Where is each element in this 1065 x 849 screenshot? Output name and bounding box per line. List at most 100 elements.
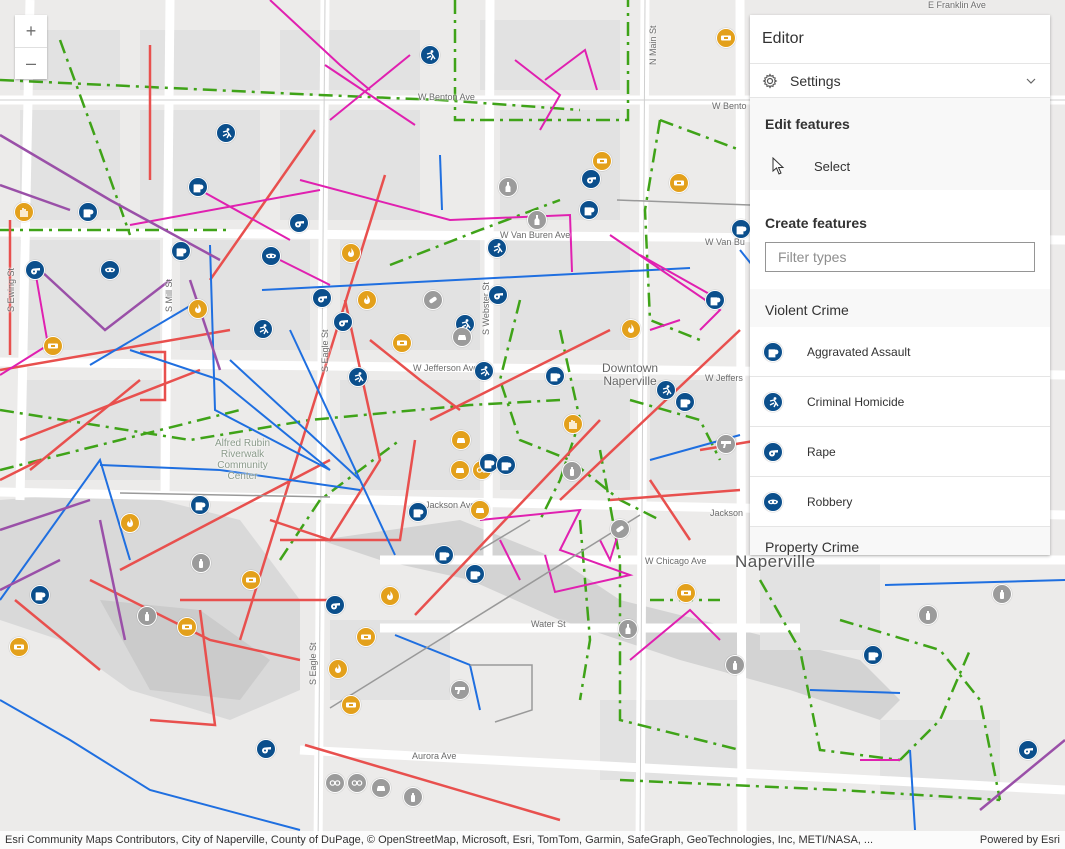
crime-marker-fist-icon[interactable] (496, 455, 516, 475)
crime-marker-flame-icon[interactable] (120, 513, 140, 533)
crime-marker-ticket-icon[interactable] (669, 173, 689, 193)
crime-marker-fist-icon[interactable] (188, 177, 208, 197)
crime-marker-spray-icon[interactable] (992, 584, 1012, 604)
crime-marker-homicide-icon[interactable] (253, 319, 273, 339)
crime-marker-flame-icon[interactable] (328, 659, 348, 679)
crime-marker-homicide-icon[interactable] (216, 123, 236, 143)
feature-type-item[interactable]: Aggravated Assault (750, 327, 1050, 377)
crime-marker-whistle-icon[interactable] (581, 169, 601, 189)
crime-marker-ticket-icon[interactable] (356, 627, 376, 647)
crime-marker-bottle-icon[interactable] (618, 619, 638, 639)
powered-by-esri[interactable]: Powered by Esri (980, 831, 1060, 849)
crime-marker-fist-icon[interactable] (579, 200, 599, 220)
crime-marker-fist-icon[interactable] (863, 645, 883, 665)
ticket-icon (346, 702, 356, 708)
feature-type-item[interactable]: Robbery (750, 477, 1050, 527)
crime-marker-spray-icon[interactable] (562, 461, 582, 481)
crime-marker-fist-icon[interactable] (465, 564, 485, 584)
crime-marker-fist-icon[interactable] (78, 202, 98, 222)
crime-marker-hand-icon[interactable] (563, 414, 583, 434)
crime-marker-ticket-icon[interactable] (241, 570, 261, 590)
crime-marker-gun-icon[interactable] (716, 434, 736, 454)
zoom-out-button[interactable]: – (15, 47, 47, 79)
flame-icon (364, 295, 370, 304)
group-heading-violent-crime: Violent Crime (750, 289, 1050, 327)
crime-marker-homicide-icon[interactable] (656, 380, 676, 400)
street-label: W Benton Ave (418, 92, 475, 102)
crime-marker-ticket-icon[interactable] (716, 28, 736, 48)
crime-marker-pill-icon[interactable] (423, 290, 443, 310)
map-view[interactable]: E Franklin Ave W Benton Ave W Bento W Va… (0, 0, 1065, 849)
crime-marker-flame-icon[interactable] (380, 586, 400, 606)
crime-marker-fist-icon[interactable] (731, 219, 751, 239)
crime-marker-fist-icon[interactable] (408, 502, 428, 522)
crime-marker-bottle-icon[interactable] (498, 177, 518, 197)
crime-marker-fist-icon[interactable] (30, 585, 50, 605)
ticket-icon (674, 180, 684, 186)
crime-marker-ticket-icon[interactable] (9, 637, 29, 657)
feature-type-item[interactable]: Rape (750, 427, 1050, 477)
crime-marker-homicide-icon[interactable] (487, 238, 507, 258)
crime-marker-flame-icon[interactable] (621, 319, 641, 339)
crime-marker-whistle-icon[interactable] (289, 213, 309, 233)
homicide-icon (493, 243, 503, 254)
filter-types-input[interactable] (765, 242, 1035, 272)
crime-marker-pill-icon[interactable] (610, 519, 630, 539)
crime-marker-fist-icon[interactable] (190, 495, 210, 515)
crime-marker-car-icon[interactable] (452, 327, 472, 347)
settings-toggle[interactable]: Settings (750, 64, 1050, 98)
crime-marker-spray-icon[interactable] (137, 606, 157, 626)
fist-icon (736, 226, 747, 235)
crime-marker-ticket-icon[interactable] (43, 336, 63, 356)
crime-marker-fist-icon[interactable] (434, 545, 454, 565)
crime-marker-flame-icon[interactable] (188, 299, 208, 319)
whistle-icon (587, 177, 596, 184)
crime-marker-whistle-icon[interactable] (312, 288, 332, 308)
crime-marker-fist-icon[interactable] (675, 392, 695, 412)
crime-marker-fist-icon[interactable] (545, 366, 565, 386)
feature-type-item[interactable]: Criminal Homicide (750, 377, 1050, 427)
crime-marker-spray-icon[interactable] (191, 553, 211, 573)
crime-marker-mask-icon[interactable] (261, 246, 281, 266)
crime-marker-whistle-icon[interactable] (1018, 740, 1038, 760)
crime-marker-bottle-icon[interactable] (527, 210, 547, 230)
crime-marker-spray-icon[interactable] (403, 787, 423, 807)
spray-icon (1000, 590, 1004, 599)
crime-marker-spray-icon[interactable] (725, 655, 745, 675)
crime-marker-ticket-icon[interactable] (392, 333, 412, 353)
ticket-icon (14, 644, 24, 650)
crime-marker-car-icon[interactable] (450, 460, 470, 480)
crime-marker-glasses-icon[interactable] (347, 773, 367, 793)
ticket-icon (246, 577, 256, 583)
crime-marker-whistle-icon[interactable] (256, 739, 276, 759)
crime-marker-whistle-icon[interactable] (325, 595, 345, 615)
crime-marker-car-icon[interactable] (451, 430, 471, 450)
crime-marker-fist-icon[interactable] (705, 290, 725, 310)
crime-marker-homicide-icon[interactable] (420, 45, 440, 65)
attribution-sources[interactable]: Esri Community Maps Contributors, City o… (5, 831, 955, 849)
fist-icon (763, 341, 783, 362)
crime-marker-ticket-icon[interactable] (676, 583, 696, 603)
crime-marker-mask-icon[interactable] (100, 260, 120, 280)
crime-marker-ticket-icon[interactable] (177, 617, 197, 637)
crime-marker-gun-icon[interactable] (450, 680, 470, 700)
crime-marker-whistle-icon[interactable] (333, 312, 353, 332)
select-tool-button[interactable]: Select (750, 142, 1050, 190)
crime-marker-whistle-icon[interactable] (25, 260, 45, 280)
crime-marker-homicide-icon[interactable] (474, 361, 494, 381)
crime-marker-car-icon[interactable] (470, 500, 490, 520)
crime-marker-glasses-icon[interactable] (325, 773, 345, 793)
crime-marker-flame-icon[interactable] (341, 243, 361, 263)
crime-marker-spray-icon[interactable] (918, 605, 938, 625)
crime-marker-ticket-icon[interactable] (592, 151, 612, 171)
crime-marker-ticket-icon[interactable] (341, 695, 361, 715)
crime-marker-fist-icon[interactable] (171, 241, 191, 261)
crime-marker-flame-icon[interactable] (357, 290, 377, 310)
crime-marker-whistle-icon[interactable] (488, 285, 508, 305)
homicide-icon (480, 366, 490, 377)
crime-marker-hand-icon[interactable] (14, 202, 34, 222)
homicide-icon (662, 385, 672, 396)
crime-marker-car-icon[interactable] (371, 778, 391, 798)
zoom-in-button[interactable]: + (15, 15, 47, 47)
crime-marker-homicide-icon[interactable] (348, 367, 368, 387)
